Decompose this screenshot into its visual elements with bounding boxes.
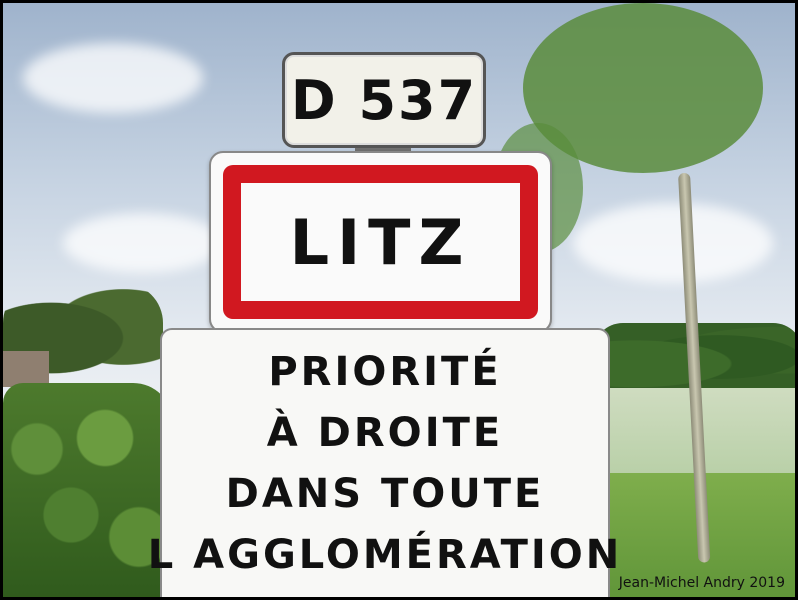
house-roof: [3, 351, 49, 387]
route-number-sign: D 537: [282, 52, 486, 148]
cloud: [63, 213, 223, 273]
photo-frame: D 537 LITZ PRIORITÉ À DROITE DANS TOUTE …: [0, 0, 798, 600]
photo-scene: D 537 LITZ PRIORITÉ À DROITE DANS TOUTE …: [3, 3, 795, 597]
town-entry-sign: LITZ: [209, 151, 552, 333]
cloud: [23, 43, 203, 113]
route-number: D 537: [290, 68, 478, 132]
priority-sign: PRIORITÉ À DROITE DANS TOUTE L AGGLOMÉRA…: [148, 328, 619, 597]
photo-credit: Jean-Michel Andry 2019: [618, 575, 785, 591]
priority-line-2: À DROITE: [266, 410, 504, 456]
cloud: [573, 203, 773, 283]
priority-line-4: L AGGLOMÉRATION: [147, 532, 623, 578]
priority-line-3: DANS TOUTE: [225, 471, 545, 517]
town-name: LITZ: [289, 205, 472, 279]
town-sign-red-border: LITZ: [223, 165, 538, 319]
priority-line-1: PRIORITÉ: [268, 349, 502, 395]
